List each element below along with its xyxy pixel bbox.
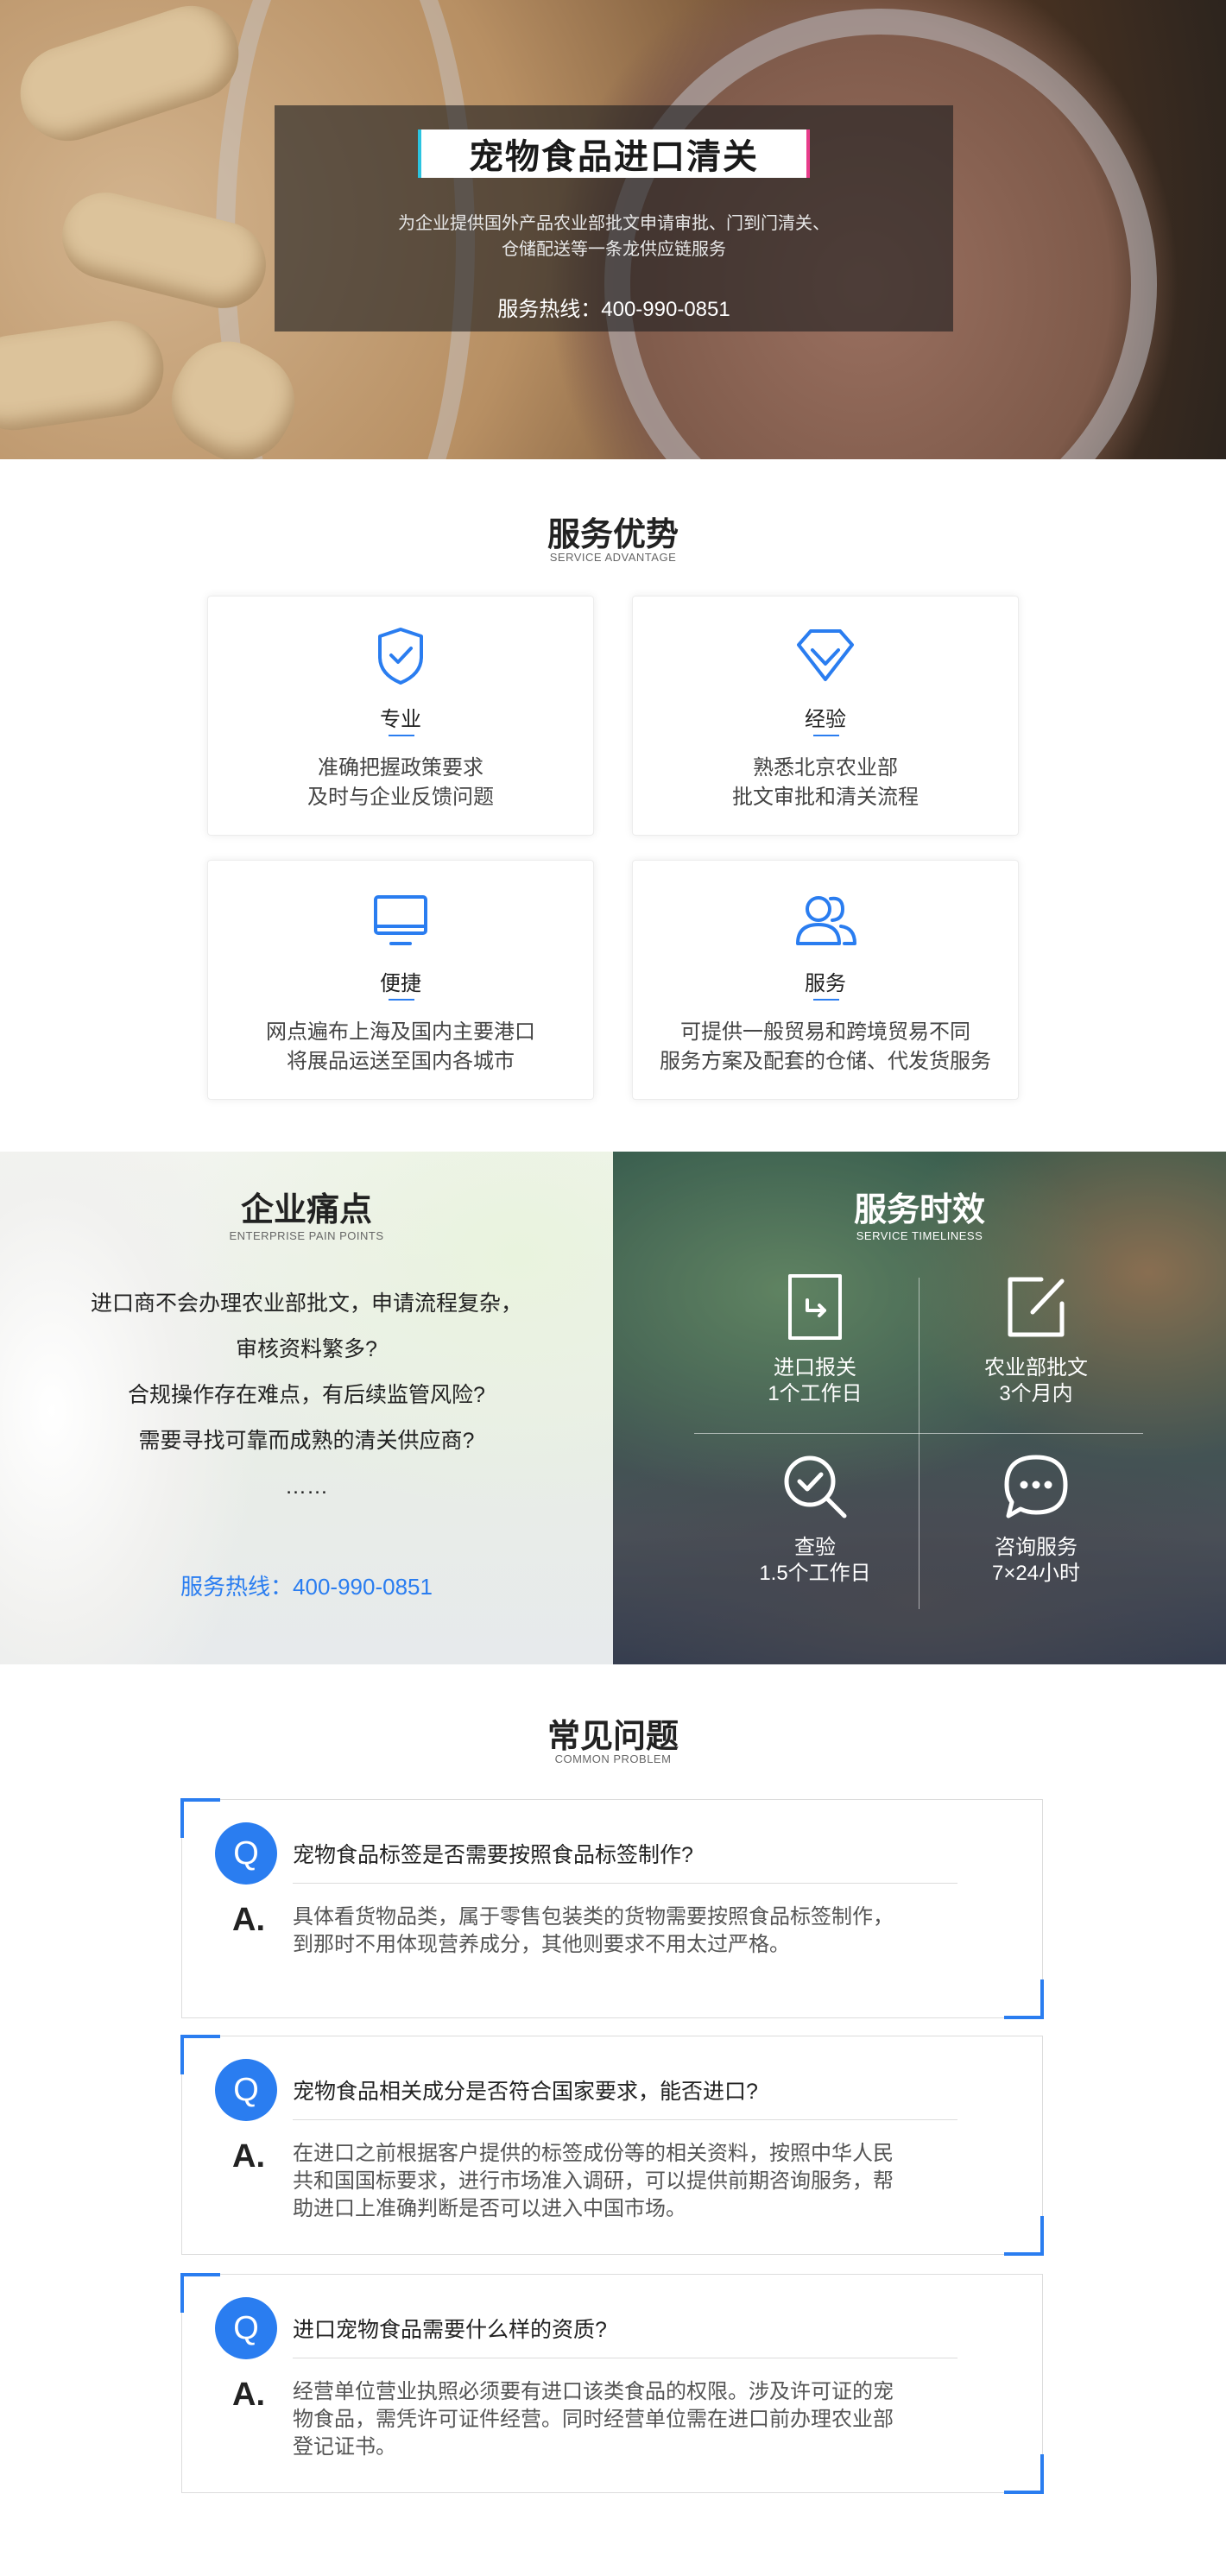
pain-subtitle: ENTERPRISE PAIN POINTS — [229, 1229, 384, 1242]
timeliness-value: 1.5个工作日 — [759, 1562, 871, 1585]
faq-divider — [293, 2119, 957, 2120]
pain-points-panel: 企业痛点 ENTERPRISE PAIN POINTS 进口商不会办理农业部批文… — [0, 1152, 613, 1664]
edit-icon — [1008, 1277, 1065, 1337]
corner-accent — [1004, 1979, 1044, 2019]
faq-question: 宠物食品标签是否需要按照食品标签制作? — [293, 1843, 693, 1867]
corner-accent — [180, 1798, 220, 1838]
timeliness-value: 3个月内 — [999, 1382, 1073, 1405]
pain-list: 进口商不会办理农业部批文，申请流程复杂， 审核资料繁多? 合规操作存在难点，有后… — [0, 1281, 613, 1510]
advantage-card-service: 服务 可提供一般贸易和跨境贸易不同 服务方案及配套的仓储、代发货服务 — [632, 860, 1019, 1100]
shield-check-icon — [378, 628, 423, 685]
card-title: 服务 — [805, 972, 846, 995]
pain-item: 合规操作存在难点，有后续监管风险? — [128, 1383, 485, 1407]
answer-mark: A. — [232, 2377, 265, 2413]
question-badge: Q — [215, 2059, 277, 2121]
timeliness-value: 1个工作日 — [768, 1382, 863, 1405]
corner-accent — [180, 2035, 220, 2074]
pain-item: 审核资料繁多? — [236, 1337, 377, 1361]
biscuit-image — [8, 0, 251, 154]
pain-item: 进口商不会办理农业部批文，申请流程复杂， — [90, 1291, 522, 1316]
answer-mark: A. — [232, 1902, 265, 1938]
card-desc: 准确把握政策要求 及时与企业反馈问题 — [208, 754, 593, 812]
timeliness-item-approval: 农业部批文 3个月内 — [924, 1271, 1148, 1407]
magnify-check-icon — [784, 1455, 847, 1518]
faq-answer: 具体看货物品类，属于零售包装类的货物需要按照食品标签制作，到那时不用体现营养成分… — [293, 1905, 894, 1956]
advantage-subtitle: SERVICE ADVANTAGE — [549, 551, 677, 564]
biscuit-image — [0, 314, 170, 437]
timeliness-panel: 服务时效 SERVICE TIMELINESS 进口报关 1个工作日 农业部批文… — [613, 1152, 1226, 1664]
hero-hotline[interactable]: 服务热线：400-990-0851 — [275, 292, 953, 322]
timeliness-label: 咨询服务 — [995, 1536, 1077, 1559]
card-underline — [389, 735, 414, 736]
card-title: 便捷 — [380, 972, 421, 995]
faq-divider — [293, 1883, 957, 1884]
card-desc: 熟悉北京农业部 批文审批和清关流程 — [633, 754, 1018, 812]
timeliness-label: 农业部批文 — [984, 1356, 1088, 1380]
card-title: 经验 — [805, 708, 846, 731]
faq-question: 进口宠物食品需要什么样的资质? — [293, 2318, 607, 2342]
faq-answer: 在进口之前根据客户提供的标签成份等的相关资料，按照中华人民共和国国标要求，进行市… — [293, 2142, 894, 2220]
timeliness-item-customs: 进口报关 1个工作日 — [703, 1271, 927, 1407]
timeliness-value: 7×24小时 — [991, 1562, 1081, 1585]
pain-title: 企业痛点 — [240, 1192, 372, 1228]
timeliness-title: 服务时效 — [853, 1192, 985, 1228]
document-arrow-icon — [788, 1274, 842, 1340]
question-badge: Q — [215, 1822, 277, 1885]
corner-accent — [1004, 2216, 1044, 2256]
grid-divider — [694, 1433, 1143, 1434]
corner-accent — [1004, 2454, 1044, 2494]
faq-item[interactable]: Q 进口宠物食品需要什么样的资质? A. 经营单位营业执照必须要有进口该类食品的… — [180, 2273, 1044, 2494]
card-desc-line: 及时与企业反馈问题 — [307, 786, 494, 809]
card-title: 专业 — [380, 708, 421, 731]
card-desc-line: 服务方案及配套的仓储、代发货服务 — [660, 1050, 991, 1073]
hero-subtitle-line: 为企业提供国外产品农业部批文申请审批、门到门清关、 — [398, 214, 830, 233]
advantage-card-experience: 经验 熟悉北京农业部 批文审批和清关流程 — [632, 596, 1019, 836]
faq-subtitle: COMMON PROBLEM — [554, 1752, 672, 1765]
faq-answer: 经营单位营业执照必须要有进口该类食品的权限。涉及许可证的宠物食品，需凭许可证件经… — [293, 2380, 894, 2459]
card-desc-line: 将展品运送至国内各城市 — [287, 1050, 515, 1073]
corner-accent — [180, 2273, 220, 2313]
pain-hotline[interactable]: 服务热线：400-990-0851 — [0, 1569, 613, 1601]
chat-bubble-icon — [1004, 1455, 1068, 1518]
pain-item: …… — [285, 1474, 328, 1499]
hero-title: 宠物食品进口清关 — [418, 129, 810, 178]
card-desc: 可提供一般贸易和跨境贸易不同 服务方案及配套的仓储、代发货服务 — [633, 1018, 1018, 1076]
faq-item[interactable]: Q 宠物食品标签是否需要按照食品标签制作? A. 具体看货物品类，属于零售包装类… — [180, 1798, 1044, 2019]
question-badge: Q — [215, 2297, 277, 2359]
advantage-title: 服务优势 — [547, 517, 679, 553]
timeliness-item-consult: 咨询服务 7×24小时 — [924, 1450, 1148, 1587]
answer-mark: A. — [232, 2138, 265, 2175]
card-desc-line: 网点遍布上海及国内主要港口 — [266, 1020, 535, 1044]
faq-question: 宠物食品相关成分是否符合国家要求，能否进口? — [293, 2080, 758, 2104]
diamond-icon — [797, 629, 854, 681]
timeliness-label: 进口报关 — [774, 1356, 856, 1380]
hero-banner: 宠物食品进口清关 为企业提供国外产品农业部批文申请审批、门到门清关、 仓储配送等… — [0, 0, 1226, 459]
faq-item[interactable]: Q 宠物食品相关成分是否符合国家要求，能否进口? A. 在进口之前根据客户提供的… — [180, 2035, 1044, 2256]
card-desc-line: 准确把握政策要求 — [318, 756, 483, 780]
card-desc-line: 可提供一般贸易和跨境贸易不同 — [680, 1020, 970, 1044]
card-underline — [389, 999, 414, 1001]
hero-subtitle: 为企业提供国外产品农业部批文申请审批、门到门清关、 仓储配送等一条龙供应链服务 — [275, 211, 953, 262]
pain-item: 需要寻找可靠而成熟的清关供应商? — [138, 1429, 475, 1453]
advantage-card-professional: 专业 准确把握政策要求 及时与企业反馈问题 — [207, 596, 594, 836]
card-desc-line: 批文审批和清关流程 — [732, 786, 919, 809]
card-underline — [813, 999, 839, 1001]
card-desc: 网点遍布上海及国内主要港口 将展品运送至国内各城市 — [208, 1018, 593, 1076]
card-underline — [813, 735, 839, 736]
timeliness-item-inspection: 查验 1.5个工作日 — [703, 1450, 927, 1587]
timeliness-subtitle: SERVICE TIMELINESS — [856, 1229, 983, 1242]
timeliness-label: 查验 — [794, 1536, 836, 1559]
card-desc-line: 熟悉北京农业部 — [753, 756, 898, 780]
monitor-icon — [374, 895, 427, 945]
hero-subtitle-line: 仓储配送等一条龙供应链服务 — [502, 240, 726, 259]
faq-title: 常见问题 — [547, 1719, 679, 1755]
advantage-card-convenient: 便捷 网点遍布上海及国内主要港口 将展品运送至国内各城市 — [207, 860, 594, 1100]
users-icon — [796, 896, 856, 945]
